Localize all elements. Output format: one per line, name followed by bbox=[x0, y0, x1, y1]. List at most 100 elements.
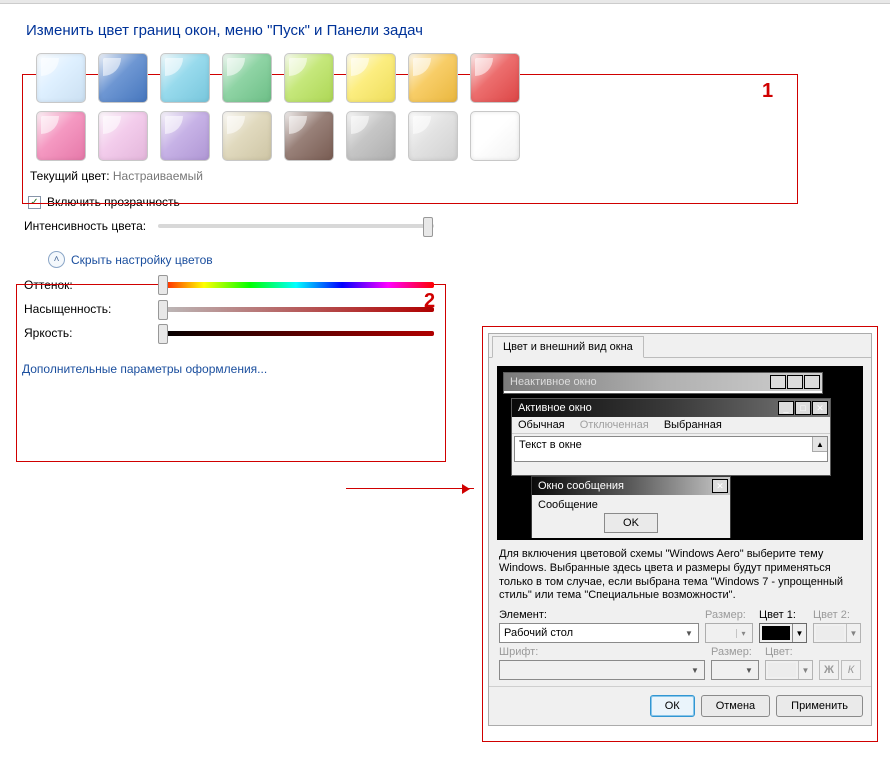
brightness-slider-row: Яркость: bbox=[24, 326, 434, 340]
close-icon: ✕ bbox=[804, 375, 820, 389]
chevron-down-icon: ▼ bbox=[682, 629, 696, 638]
transparency-label: Включить прозрачность bbox=[47, 195, 180, 209]
saturation-slider-row: Насыщенность: bbox=[24, 302, 434, 316]
preview-message-box: Окно сообщения ✕ Сообщение OK bbox=[531, 476, 731, 540]
message-box-title: Окно сообщения bbox=[538, 480, 624, 492]
brightness-slider[interactable] bbox=[158, 331, 434, 336]
menu-item-disabled: Отключенная bbox=[580, 419, 649, 431]
color-swatch[interactable] bbox=[284, 53, 334, 103]
maximize-icon: □ bbox=[787, 375, 803, 389]
color-swatch[interactable] bbox=[408, 53, 458, 103]
color1-combo[interactable]: ▼ bbox=[759, 623, 807, 643]
transparency-checkbox-row[interactable]: ✓ Включить прозрачность bbox=[28, 195, 890, 209]
hue-label: Оттенок: bbox=[24, 278, 150, 292]
chevron-down-icon: ▼ bbox=[688, 666, 702, 675]
element-label: Элемент: bbox=[499, 609, 699, 621]
color-swatch[interactable] bbox=[222, 111, 272, 161]
preview-inactive-window: Неактивное окно _ □ ✕ bbox=[503, 372, 823, 394]
toggle-color-settings[interactable]: ˄ Скрыть настройку цветов bbox=[48, 251, 434, 268]
toggle-label: Скрыть настройку цветов bbox=[71, 253, 213, 267]
tab-color-appearance[interactable]: Цвет и внешний вид окна bbox=[492, 336, 644, 358]
annotation-number-1: 1 bbox=[762, 80, 773, 103]
font-color-combo: ▼ bbox=[765, 660, 813, 680]
close-icon: ✕ bbox=[712, 479, 728, 493]
ok-button[interactable]: ОК bbox=[650, 695, 695, 717]
color-swatch[interactable] bbox=[98, 111, 148, 161]
current-color-row: Текущий цвет: Настраиваемый bbox=[30, 169, 890, 183]
dialog-tab-strip: Цвет и внешний вид окна bbox=[489, 334, 871, 358]
intensity-slider-row: Интенсивность цвета: bbox=[24, 219, 434, 233]
page-title: Изменить цвет границ окон, меню "Пуск" и… bbox=[26, 22, 890, 39]
color-swatch[interactable] bbox=[98, 53, 148, 103]
checkmark-icon[interactable]: ✓ bbox=[28, 196, 41, 209]
font-color-swatch bbox=[768, 663, 796, 677]
annotation-arrow bbox=[346, 488, 474, 489]
chevron-down-icon: ▼ bbox=[846, 624, 860, 642]
current-color-value: Настраиваемый bbox=[113, 169, 203, 183]
color-swatch[interactable] bbox=[408, 111, 458, 161]
color-swatch[interactable] bbox=[284, 111, 334, 161]
maximize-icon: □ bbox=[795, 401, 811, 415]
spinner-icon: ▾ bbox=[736, 629, 750, 638]
saturation-slider[interactable] bbox=[158, 307, 434, 312]
bold-button: Ж bbox=[819, 660, 839, 680]
slider-thumb-icon[interactable] bbox=[423, 217, 433, 237]
close-icon: ✕ bbox=[812, 401, 828, 415]
scroll-up-icon: ▲ bbox=[812, 437, 827, 452]
element-combo[interactable]: Рабочий стол ▼ bbox=[499, 623, 699, 643]
color2-swatch bbox=[816, 626, 844, 640]
color-swatch[interactable] bbox=[470, 111, 520, 161]
dialog-form: Элемент: Рабочий стол ▼ Размер: ▾ Цвет 1… bbox=[499, 609, 861, 680]
color1-label: Цвет 1: bbox=[759, 609, 807, 621]
color-swatch[interactable] bbox=[36, 111, 86, 161]
color-swatch[interactable] bbox=[470, 53, 520, 103]
brightness-label: Яркость: bbox=[24, 326, 150, 340]
slider-thumb-icon[interactable] bbox=[158, 324, 168, 344]
hue-slider[interactable] bbox=[158, 282, 434, 288]
font-label: Шрифт: bbox=[499, 646, 705, 658]
color-swatch[interactable] bbox=[36, 53, 86, 103]
cancel-button[interactable]: Отмена bbox=[701, 695, 770, 717]
color1-swatch bbox=[762, 626, 790, 640]
font-combo: ▼ bbox=[499, 660, 705, 680]
appearance-dialog: Цвет и внешний вид окна Неактивное окно … bbox=[488, 333, 872, 726]
menu-item-selected: Выбранная bbox=[664, 419, 722, 431]
color-swatch[interactable] bbox=[160, 111, 210, 161]
preview-menu-bar: Обычная Отключенная Выбранная bbox=[512, 417, 830, 434]
preview-text-area: Текст в окне ▲ bbox=[514, 436, 828, 462]
slider-thumb-icon[interactable] bbox=[158, 275, 168, 295]
color2-label: Цвет 2: bbox=[813, 609, 861, 621]
inactive-window-title: Неактивное окно bbox=[510, 376, 597, 388]
intensity-label: Интенсивность цвета: bbox=[24, 219, 150, 233]
color-swatch[interactable] bbox=[346, 111, 396, 161]
active-window-title: Активное окно bbox=[518, 402, 592, 414]
message-ok-button: OK bbox=[604, 513, 658, 533]
hue-slider-row: Оттенок: bbox=[24, 278, 434, 292]
font-color-label: Цвет: bbox=[765, 646, 813, 658]
chevron-up-icon: ˄ bbox=[48, 251, 65, 268]
minimize-icon: _ bbox=[770, 375, 786, 389]
color-swatch-grid bbox=[36, 53, 890, 161]
chevron-down-icon: ▼ bbox=[798, 661, 812, 679]
size-label: Размер: bbox=[705, 609, 753, 621]
italic-button: К bbox=[841, 660, 861, 680]
intensity-slider[interactable] bbox=[158, 224, 434, 228]
message-box-text: Сообщение bbox=[538, 499, 724, 511]
current-color-label: Текущий цвет: bbox=[30, 169, 110, 183]
saturation-label: Насыщенность: bbox=[24, 302, 150, 316]
color-swatch[interactable] bbox=[346, 53, 396, 103]
preview-active-window: Активное окно _ □ ✕ Обычная Отключенная … bbox=[511, 398, 831, 476]
minimize-icon: _ bbox=[778, 401, 794, 415]
window-preview: Неактивное окно _ □ ✕ Активное окно _ □ … bbox=[497, 366, 863, 540]
dialog-note-text: Для включения цветовой схемы "Windows Ae… bbox=[499, 548, 861, 603]
menu-item-normal: Обычная bbox=[518, 419, 565, 431]
apply-button[interactable]: Применить bbox=[776, 695, 863, 717]
text-in-window: Текст в окне bbox=[519, 439, 582, 451]
chevron-down-icon: ▼ bbox=[742, 666, 756, 675]
color-swatch[interactable] bbox=[222, 53, 272, 103]
slider-thumb-icon[interactable] bbox=[158, 300, 168, 320]
element-value: Рабочий стол bbox=[504, 627, 573, 639]
color-swatch[interactable] bbox=[160, 53, 210, 103]
font-size-combo: ▼ bbox=[711, 660, 759, 680]
size-spinner: ▾ bbox=[705, 623, 753, 643]
